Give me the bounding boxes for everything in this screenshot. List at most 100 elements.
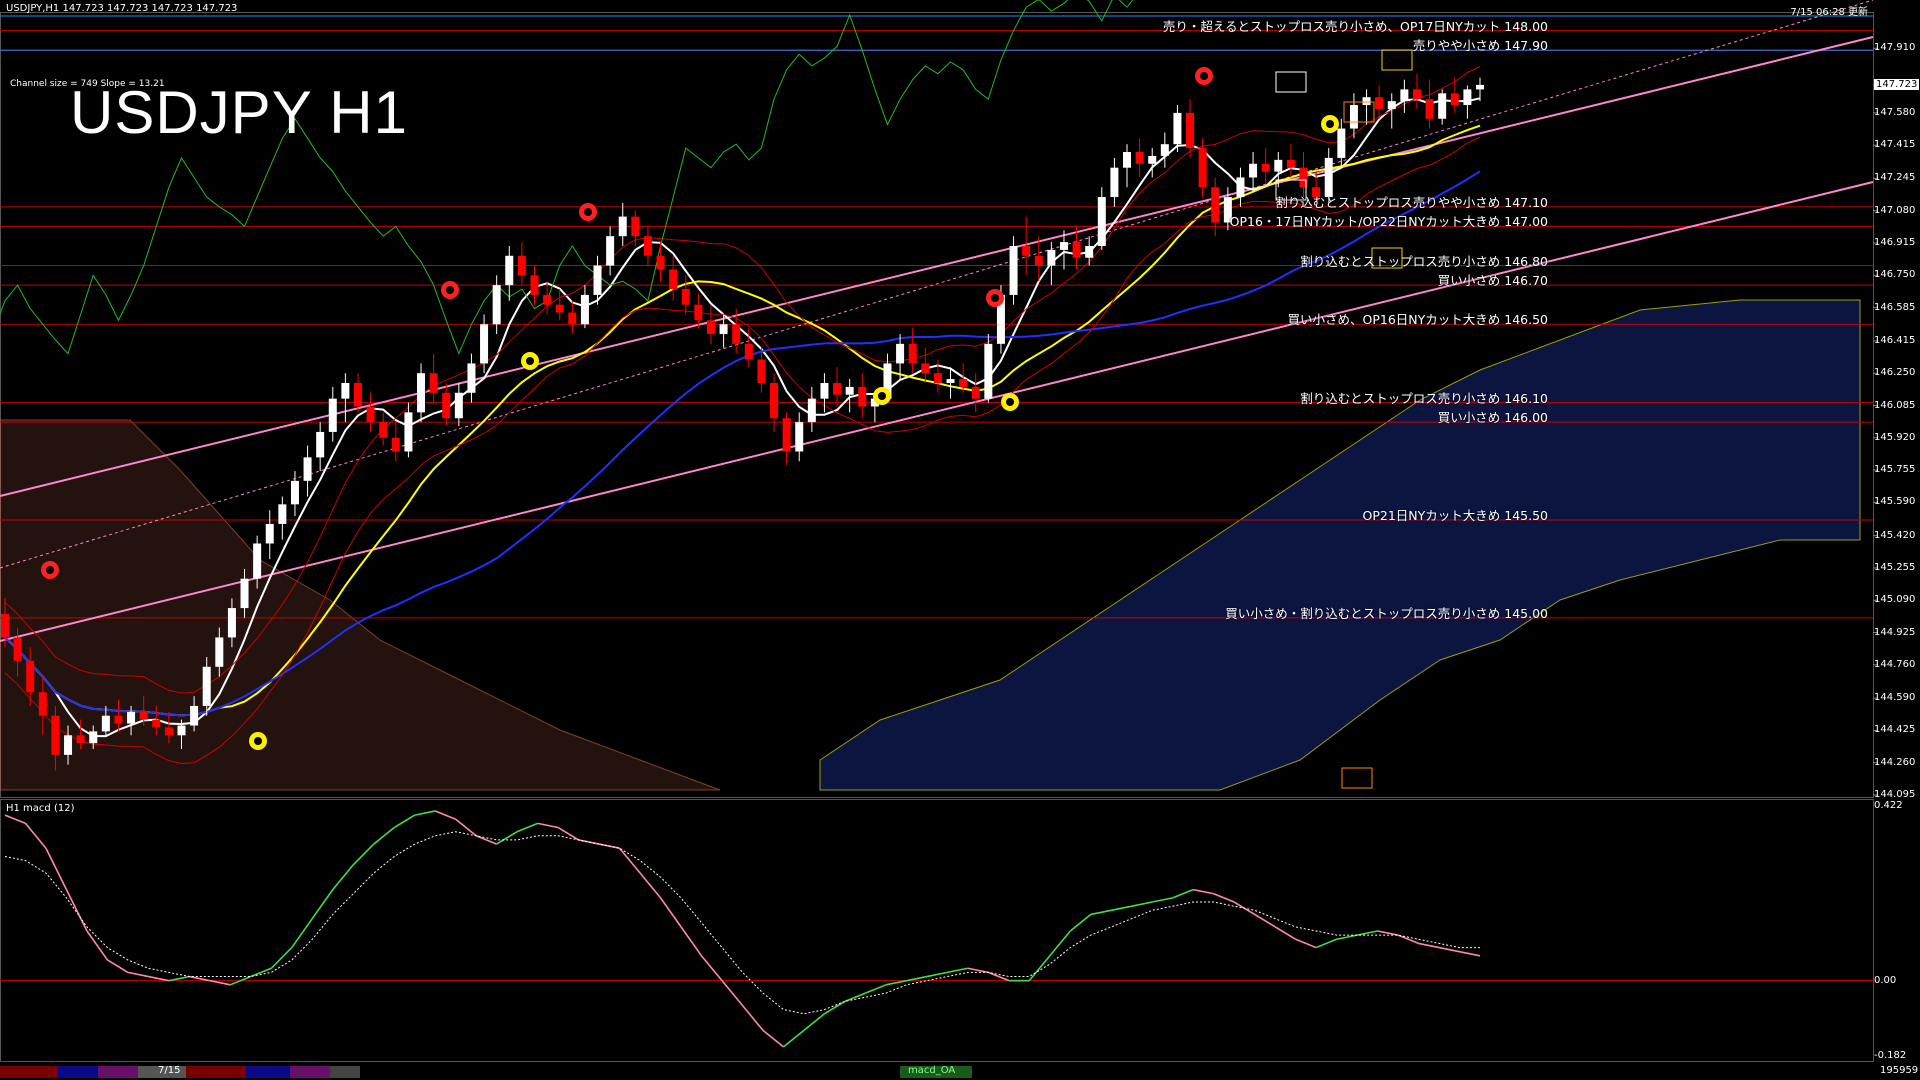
candle-up xyxy=(618,216,627,237)
candle-down xyxy=(1286,159,1295,168)
candle-up xyxy=(896,343,905,364)
candle-down xyxy=(353,382,362,407)
candle-down xyxy=(1412,89,1421,100)
candle-up xyxy=(328,398,337,432)
candle-up xyxy=(1236,177,1245,198)
candle-down xyxy=(13,637,22,661)
candle-down xyxy=(1,613,9,638)
candle-up xyxy=(593,265,602,295)
candle-down xyxy=(908,343,917,364)
axis-tick-label: 144.425 xyxy=(1874,724,1916,736)
macd-axis-label: -0.182 xyxy=(1874,1050,1907,1061)
axis-tick-label: 146.915 xyxy=(1874,237,1916,249)
candle-down xyxy=(38,692,47,716)
tab-3[interactable] xyxy=(98,1066,138,1078)
level-label: 買い小さめ 146.00 xyxy=(1437,410,1548,426)
candle-down xyxy=(706,320,715,335)
candle-up xyxy=(820,382,829,399)
axis-tick-label: 144.095 xyxy=(1874,789,1916,800)
candle-up xyxy=(101,715,110,732)
tab-2[interactable] xyxy=(58,1066,98,1078)
candle-up xyxy=(215,637,224,667)
candle-up xyxy=(341,382,350,399)
candle-up xyxy=(89,731,98,744)
candle-down xyxy=(858,386,867,407)
candle-up xyxy=(1160,144,1169,156)
candle-up xyxy=(253,543,262,579)
candle-up xyxy=(190,705,199,726)
axis-tick-label: 147.580 xyxy=(1874,106,1916,118)
axis-tick-label: 146.085 xyxy=(1874,399,1916,411)
candle-up xyxy=(1173,112,1182,145)
candle-down xyxy=(1135,152,1144,164)
candle-down xyxy=(631,216,640,237)
candle-up xyxy=(1476,84,1484,90)
usdjpy-h1-chart[interactable] xyxy=(0,0,1920,1080)
candle-up xyxy=(290,480,299,505)
candle-up xyxy=(1047,249,1056,266)
candle-up xyxy=(1097,197,1106,246)
axis-tick-label: 146.415 xyxy=(1874,334,1916,346)
level-label: 買い小さめ、OP16日NYカット大きめ 146.50 xyxy=(1287,312,1548,328)
level-label: 売り・超えるとストップロス売り小さめ、OP17日NYカット 148.00 xyxy=(1162,18,1548,34)
candle-up xyxy=(1110,167,1119,198)
candle-down xyxy=(669,269,678,290)
indicator-label: macd_OA xyxy=(908,1065,956,1076)
candle-down xyxy=(656,255,665,270)
candle-up xyxy=(845,386,854,395)
macd-axis-label: 0.00 xyxy=(1874,974,1897,986)
axis-tick-label: 145.755 xyxy=(1874,464,1916,476)
tab-5[interactable] xyxy=(246,1066,290,1078)
tab-1[interactable] xyxy=(0,1066,58,1078)
axis-tick-label: 147.415 xyxy=(1874,139,1916,151)
candle-up xyxy=(467,363,476,393)
axis-tick-label: 147.080 xyxy=(1874,204,1916,216)
candle-up xyxy=(719,324,728,335)
candle-down xyxy=(543,294,552,305)
axis-tick-label: 144.260 xyxy=(1874,756,1916,768)
candle-up xyxy=(1085,245,1094,258)
axis-tick-label: 146.750 xyxy=(1874,269,1916,281)
macd-title: H1 macd (12) xyxy=(6,803,75,814)
level-label: 割り込むとストップロス売り小さめ 146.80 xyxy=(1300,253,1548,269)
candle-down xyxy=(1211,187,1220,223)
candle-down xyxy=(1425,99,1434,119)
candle-up xyxy=(404,412,413,452)
axis-tick-label: 147.723 xyxy=(1874,78,1920,90)
candle-up xyxy=(946,379,955,383)
candle-down xyxy=(1186,112,1195,149)
candle-down xyxy=(643,236,652,256)
tab-7[interactable] xyxy=(330,1066,360,1078)
candle-up xyxy=(807,398,816,423)
candle-up xyxy=(64,735,73,755)
level-label: 売りやや小さめ 147.90 xyxy=(1412,38,1548,54)
axis-tick-label: 144.925 xyxy=(1874,626,1916,638)
candle-down xyxy=(732,324,741,344)
candle-down xyxy=(694,304,703,321)
candle-down xyxy=(1375,97,1384,109)
candle-down xyxy=(114,715,123,724)
candle-down xyxy=(429,373,438,393)
tab-4[interactable] xyxy=(186,1066,246,1078)
candle-down xyxy=(1034,255,1043,266)
candle-up xyxy=(1438,93,1447,119)
candle-down xyxy=(1198,148,1207,188)
candle-up xyxy=(1349,105,1358,129)
candle-up xyxy=(580,294,589,325)
tab-6[interactable] xyxy=(290,1066,330,1078)
candle-down xyxy=(555,304,564,313)
candle-up xyxy=(606,236,615,266)
candle-up xyxy=(1463,89,1472,106)
candle-down xyxy=(164,727,173,736)
candle-up xyxy=(1148,155,1157,164)
candle-up xyxy=(505,255,514,286)
candle-down xyxy=(833,382,842,395)
candle-down xyxy=(76,735,85,744)
candle-up xyxy=(1009,245,1018,295)
candle-up xyxy=(454,392,463,419)
candle-up xyxy=(492,285,501,325)
chart-title: USDJPY H1 xyxy=(70,79,409,146)
candle-down xyxy=(921,363,930,374)
candle-up xyxy=(1400,89,1409,102)
candle-down xyxy=(744,343,753,360)
